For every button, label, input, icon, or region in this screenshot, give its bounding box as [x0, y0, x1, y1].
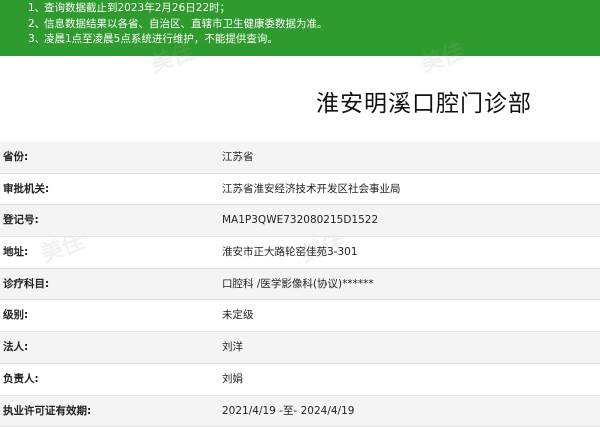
notice-line: 2、信息数据结果以各省、自治区、直辖市卫生健康委数据为准。 — [28, 17, 600, 33]
table-row: 地址: 淮安市正大路轮窑佳苑3-301 — [0, 237, 600, 269]
row-value: 淮安市正大路轮窑佳苑3-301 — [222, 237, 358, 268]
row-label: 级别: — [3, 300, 28, 331]
page-title: 淮安明溪口腔门诊部 — [316, 84, 532, 118]
table-row: 登记号: MA1P3QWE732080215D1522 — [0, 205, 600, 237]
notice-number: 3、 — [28, 32, 44, 48]
row-value: 江苏省 — [222, 142, 254, 173]
notice-number: 2、 — [28, 17, 44, 33]
notice-banner: 1、查询数据截止到2023年2月26日22时； 2、信息数据结果以各省、自治区、… — [0, 0, 600, 56]
row-label: 登记号: — [3, 205, 39, 236]
notice-line: 3、凌晨1点至凌晨5点系统进行维护，不能提供查询。 — [28, 32, 600, 48]
table-row: 法人: 刘洋 — [0, 332, 600, 364]
notice-line: 1、查询数据截止到2023年2月26日22时； — [28, 1, 600, 17]
row-label: 执业许可证有效期: — [3, 396, 91, 427]
row-label: 负责人: — [3, 364, 39, 395]
row-value: 江苏省淮安经济技术开发区社会事业局 — [222, 174, 401, 205]
row-value: 口腔科 /医学影像科(协议)****** — [222, 269, 374, 300]
table-row: 级别: 未定级 — [0, 300, 600, 332]
table-row: 审批机关: 江苏省淮安经济技术开发区社会事业局 — [0, 174, 600, 206]
row-value: 2021/4/19 -至- 2024/4/19 — [222, 396, 354, 427]
row-label: 地址: — [3, 237, 28, 268]
notice-text: 凌晨1点至凌晨5点系统进行维护，不能提供查询。 — [44, 33, 278, 45]
row-value: 刘娟 — [222, 364, 243, 395]
info-table: 省份: 江苏省 审批机关: 江苏省淮安经济技术开发区社会事业局 登记号: MA1P3Q… — [0, 142, 600, 427]
row-label: 法人: — [3, 332, 28, 363]
row-label: 省份: — [3, 142, 28, 173]
table-row: 诊疗科目: 口腔科 /医学影像科(协议)****** — [0, 269, 600, 301]
row-value: 未定级 — [222, 300, 254, 331]
row-label: 审批机关: — [3, 174, 49, 205]
notice-number: 1、 — [28, 1, 44, 17]
notice-text: 信息数据结果以各省、自治区、直辖市卫生健康委数据为准。 — [44, 18, 328, 30]
row-value: 刘洋 — [222, 332, 243, 363]
table-row: 负责人: 刘娟 — [0, 364, 600, 396]
row-label: 诊疗科目: — [3, 269, 49, 300]
table-row: 执业许可证有效期: 2021/4/19 -至- 2024/4/19 — [0, 396, 600, 427]
notice-text: 查询数据截止到2023年2月26日22时； — [44, 2, 230, 14]
table-row: 省份: 江苏省 — [0, 142, 600, 174]
row-value: MA1P3QWE732080215D1522 — [222, 205, 378, 236]
